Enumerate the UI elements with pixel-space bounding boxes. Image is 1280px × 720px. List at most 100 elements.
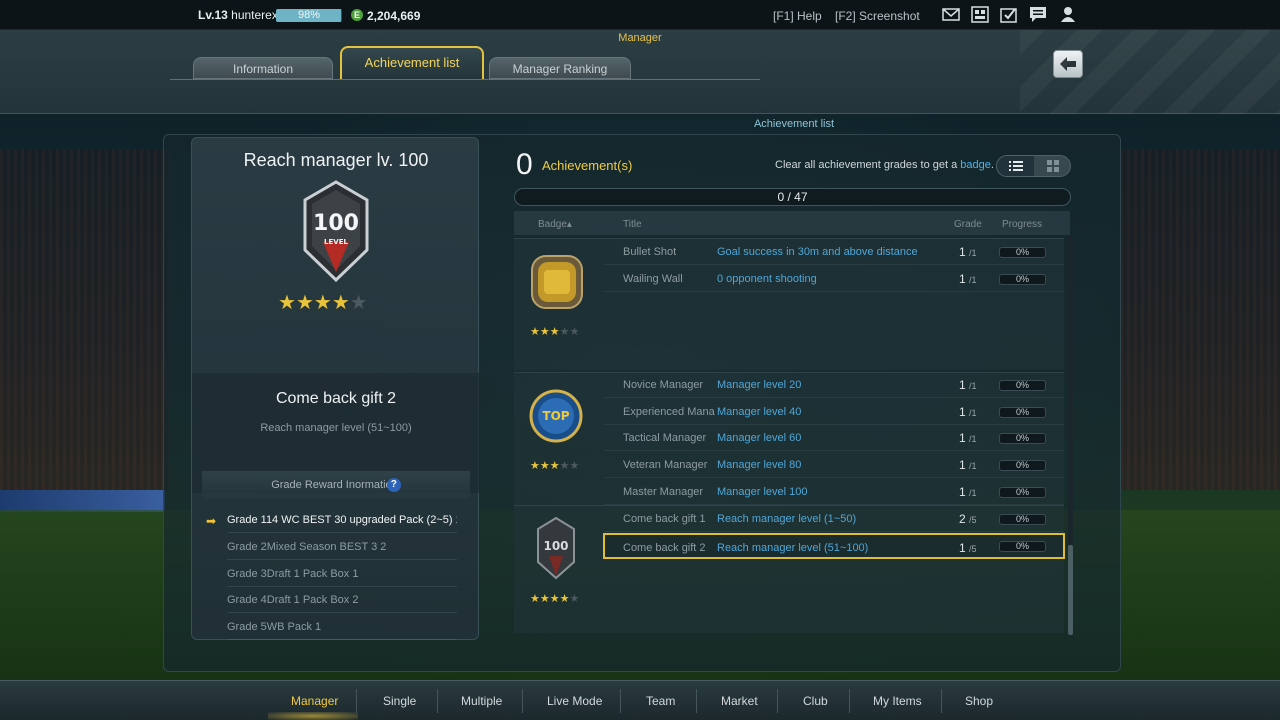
row-progress: 0%	[999, 460, 1046, 471]
nav-separator	[437, 689, 438, 713]
grade-row: Grade 5WB Pack 1	[227, 614, 457, 640]
row-title: Experienced Manager	[623, 406, 715, 418]
back-arrow-icon	[1060, 57, 1076, 71]
scrollbar[interactable]	[1068, 235, 1073, 635]
row-grade-max: /1	[969, 275, 977, 285]
scrollbar-thumb[interactable]	[1068, 545, 1073, 635]
row-title: Novice Manager	[623, 379, 704, 391]
row-condition: 0 opponent shooting	[717, 273, 817, 285]
header: Manager Information Achievement list Man…	[0, 30, 1280, 114]
row-title: Wailing Wall	[623, 273, 683, 285]
back-button[interactable]	[1053, 50, 1083, 78]
row-title: Tactical Manager	[623, 432, 707, 444]
row-condition: Manager level 60	[717, 432, 802, 444]
achievement-row[interactable]: Come back gift 1 Reach manager level (1~…	[604, 506, 1064, 532]
top-bar: Lv.13 hunterex 98% E 2,204,669 [F1] Help…	[0, 0, 1280, 30]
row-title: Veteran Manager	[623, 459, 708, 471]
achievement-row[interactable]: Experienced Manager Manager level 40 1 /…	[604, 399, 1064, 425]
star-filled-icon: ★	[530, 460, 540, 472]
exp-bar: 98%	[276, 9, 342, 22]
nav-market[interactable]: Market	[721, 694, 758, 708]
row-condition: Manager level 100	[717, 486, 808, 498]
row-grade-value: 1	[959, 245, 966, 259]
bottom-nav: Manager Single Multiple Live Mode Team M…	[0, 680, 1280, 720]
star-empty-icon: ★	[569, 460, 580, 472]
achievement-row[interactable]: Novice Manager Manager level 20 1 /1 0%	[604, 372, 1064, 398]
grade-label: Grade 3	[227, 568, 267, 580]
star-empty-icon: ★	[569, 326, 580, 338]
tab-underline	[170, 79, 760, 80]
tab-information[interactable]: Information	[193, 57, 333, 79]
row-title: Come back gift 2	[623, 542, 706, 554]
profile-icon[interactable]	[1059, 6, 1077, 23]
grade-label: Grade 2	[227, 541, 267, 553]
grade-reward: WB Pack 1	[266, 621, 322, 633]
row-progress: 0%	[999, 407, 1046, 418]
column-badge[interactable]: Badge▴	[538, 219, 572, 230]
achievement-row-selected[interactable]: Come back gift 2 Reach manager level (51…	[603, 533, 1065, 559]
crowd-left	[0, 150, 170, 490]
row-grade-max: /1	[969, 434, 977, 444]
screenshot-shortcut[interactable]: [F2] Screenshot	[835, 9, 920, 23]
achievement-row[interactable]: Tactical Manager Manager level 60 1 /1 0…	[604, 425, 1064, 451]
row-grade-max: /1	[969, 461, 977, 471]
grid-view-button[interactable]	[1034, 156, 1071, 176]
badge-number: 100	[313, 211, 359, 236]
achievement-row[interactable]: Veteran Manager Manager level 80 1 /1 0%	[604, 452, 1064, 478]
grade-reward: 14 WC BEST 30 upgraded Pack (2~5) 1	[265, 514, 457, 526]
nav-separator	[620, 689, 621, 713]
row-condition: Reach manager level (51~100)	[717, 542, 869, 554]
chat-icon[interactable]	[1029, 6, 1047, 23]
achievement-title: Reach manager lv. 100	[243, 150, 429, 170]
row-grade-value: 1	[959, 541, 966, 555]
column-progress: Progress	[1002, 219, 1043, 230]
row-grade-value: 1	[959, 458, 966, 472]
row-grade-max: /1	[969, 381, 977, 391]
nav-team[interactable]: Team	[646, 694, 675, 708]
level-100-badge-icon: 100 LEVEL	[303, 180, 369, 282]
help-shortcut[interactable]: [F1] Help	[773, 9, 822, 23]
nav-my-items[interactable]: My Items	[873, 694, 922, 708]
tab-manager-ranking[interactable]: Manager Ranking	[489, 57, 631, 79]
achievement-row[interactable]: Wailing Wall 0 opponent shooting 1 /1 0%	[604, 266, 1064, 292]
grade-reward: Draft 1 Pack Box 1	[266, 568, 359, 580]
nav-single[interactable]: Single	[383, 694, 416, 708]
row-progress: 0%	[999, 247, 1046, 258]
total-progress-bar: 0 / 47	[514, 188, 1071, 206]
row-grade: 1 /1	[959, 266, 977, 293]
nav-manager[interactable]: Manager	[291, 694, 338, 708]
achievement-row[interactable]: Master Manager Manager level 100 1 /1 0%	[604, 479, 1064, 505]
row-grade-value: 2	[959, 512, 966, 526]
nav-multiple[interactable]: Multiple	[461, 694, 502, 708]
row-grade: 1 /1	[959, 399, 977, 426]
adboard	[0, 490, 165, 512]
tab-achievement-list[interactable]: Achievement list	[340, 46, 484, 80]
checklist-icon[interactable]	[1000, 6, 1018, 23]
row-grade-max: /5	[969, 544, 977, 554]
nav-shop[interactable]: Shop	[965, 694, 993, 708]
collection-icon[interactable]	[971, 6, 989, 23]
level-label: Lv.13	[198, 8, 228, 22]
badge-link[interactable]: badge	[960, 159, 991, 171]
clear-all-text: Clear all achievement grades to get a ba…	[775, 159, 994, 171]
star-filled-icon: ★	[331, 292, 350, 314]
svg-text:TOP: TOP	[542, 409, 569, 423]
top-medal-badge-icon: TOP	[529, 389, 583, 443]
list-view-button[interactable]	[997, 156, 1034, 176]
row-title: Bullet Shot	[623, 246, 677, 258]
grade-reward: Draft 1 Pack Box 2	[266, 594, 359, 606]
row-grade-max: /1	[969, 248, 977, 258]
star-filled-icon: ★	[313, 292, 332, 314]
nav-active-glow	[268, 712, 358, 720]
table-header	[514, 211, 1070, 235]
currency-amount: 2,204,669	[367, 9, 421, 23]
achievement-row[interactable]: Bullet Shot Goal success in 30m and abov…	[604, 239, 1064, 265]
svg-text:100: 100	[543, 539, 568, 553]
nav-live-mode[interactable]: Live Mode	[547, 694, 602, 708]
group-stars: ★★★★★	[530, 592, 579, 605]
row-grade-max: /1	[969, 488, 977, 498]
currency-icon: E	[351, 9, 363, 21]
nav-club[interactable]: Club	[803, 694, 828, 708]
mail-icon[interactable]	[942, 6, 960, 23]
help-icon[interactable]: ?	[386, 478, 401, 493]
